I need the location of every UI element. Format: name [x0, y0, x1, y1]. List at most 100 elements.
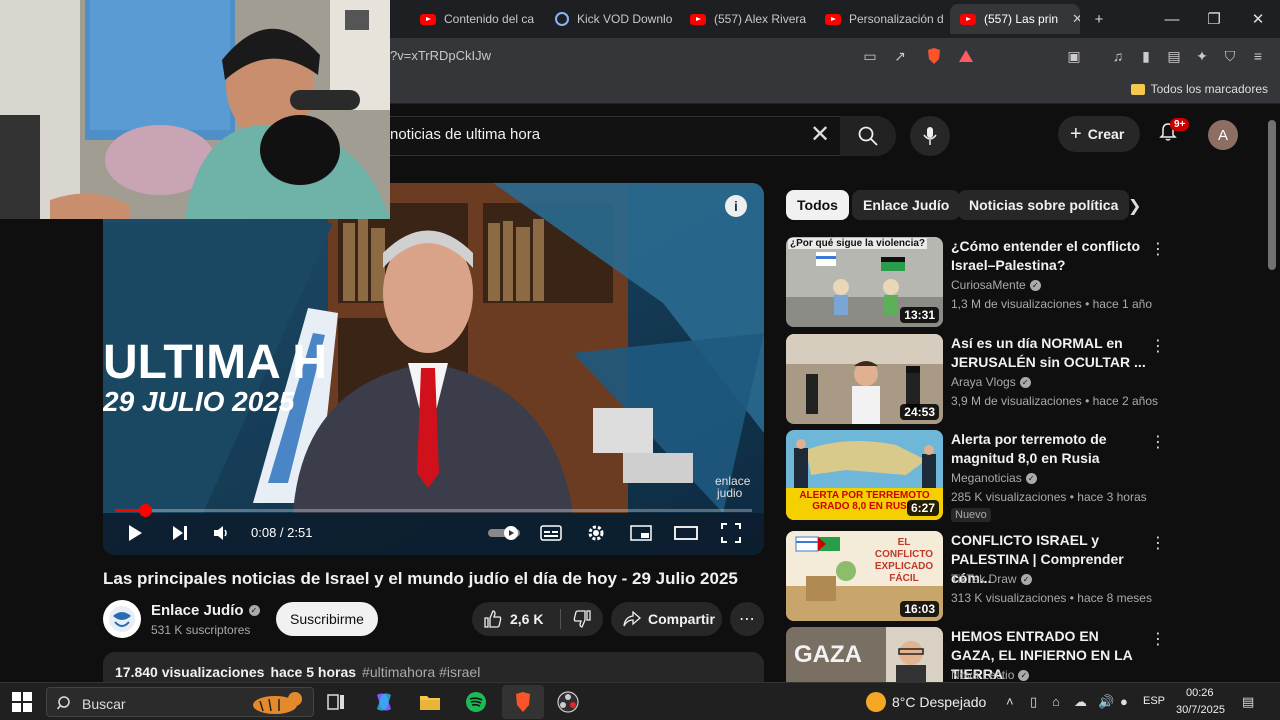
notifications-icon[interactable]: ▤: [1242, 694, 1254, 710]
chevron-right-icon[interactable]: ❯: [1128, 196, 1141, 216]
brave-shields-icon[interactable]: [924, 46, 944, 66]
recommendation-item[interactable]: GAZA HEMOS ENTRADO EN GAZA, EL INFIERNO …: [786, 627, 1166, 682]
file-explorer-button[interactable]: [416, 688, 444, 716]
clock-date[interactable]: 30/7/2025: [1176, 704, 1225, 716]
new-tab-button[interactable]: +: [1084, 6, 1114, 32]
language-indicator[interactable]: ESP: [1143, 695, 1165, 707]
recommendation-item[interactable]: 24:53 Así es un día NORMAL en JERUSALÉN …: [786, 334, 1166, 424]
hashtags[interactable]: #ultimahora #israel: [362, 664, 480, 680]
obs-button[interactable]: [554, 688, 582, 716]
share-icon[interactable]: ↗: [890, 46, 910, 66]
more-vertical-icon[interactable]: ⋮: [1150, 239, 1166, 259]
close-icon[interactable]: ✕: [1072, 11, 1080, 27]
windows-start-button[interactable]: [12, 692, 32, 712]
clock-time[interactable]: 00:26: [1186, 687, 1214, 699]
copilot-button[interactable]: [370, 688, 398, 716]
webcam-overlay: [0, 0, 390, 219]
browser-tab[interactable]: (557) Alex Rivera: [680, 4, 810, 34]
more-vertical-icon[interactable]: ⋮: [1150, 629, 1166, 649]
browser-tab[interactable]: Contenido del ca: [410, 4, 540, 34]
url-field[interactable]: ?v=xTrRDpCkIJw: [390, 48, 491, 63]
recommendation-title[interactable]: Alerta por terremoto de magnitud 8,0 en …: [951, 430, 1146, 468]
video-thumbnail[interactable]: EL CONFLICTO EXPLICADO FÁCIL 16:03: [786, 531, 943, 621]
browser-tab[interactable]: Kick VOD Downlo: [545, 4, 675, 34]
more-actions-button[interactable]: ⋯: [730, 602, 764, 636]
recommendation-item[interactable]: EL CONFLICTO EXPLICADO FÁCIL 16:03 CONFL…: [786, 531, 1166, 621]
autoplay-toggle[interactable]: [487, 521, 521, 545]
recommendation-channel[interactable]: CuriosaMente ✓: [951, 278, 1041, 292]
recommendation-channel[interactable]: TikTak Draw ✓: [951, 572, 1032, 586]
maximize-button[interactable]: ❐: [1194, 6, 1234, 32]
page-scrollbar[interactable]: [1268, 120, 1276, 270]
subscribe-button[interactable]: Suscribirme: [276, 602, 378, 636]
search-query-text[interactable]: noticias de ultima hora: [390, 126, 540, 143]
weather-text[interactable]: 8°C Despejado: [892, 694, 986, 710]
progress-bar[interactable]: [115, 504, 752, 517]
recommendation-channel[interactable]: Meganoticias ✓: [951, 471, 1037, 485]
minimize-button[interactable]: —: [1152, 6, 1192, 32]
channel-avatar[interactable]: [103, 600, 141, 638]
task-view-button[interactable]: [322, 688, 350, 716]
channel-name[interactable]: Enlace Judío ✓: [151, 602, 260, 619]
microphone-icon[interactable]: ●: [1120, 694, 1128, 709]
scrubber-handle[interactable]: [138, 504, 152, 517]
share-button[interactable]: Compartir: [611, 602, 722, 636]
spotify-button[interactable]: [462, 688, 490, 716]
leo-icon[interactable]: ▣: [1064, 46, 1084, 66]
video-thumbnail[interactable]: ¿Por qué sigue la violencia? 13:31: [786, 237, 943, 327]
onedrive-icon[interactable]: ☁: [1074, 694, 1087, 710]
volume-button[interactable]: [211, 521, 233, 545]
fullscreen-button[interactable]: [719, 521, 743, 545]
sidebar-icon[interactable]: ▮: [1136, 46, 1156, 66]
wallet-icon[interactable]: ▤: [1164, 46, 1184, 66]
settings-button[interactable]: [585, 521, 607, 545]
recommendation-title[interactable]: Así es un día NORMAL en JERUSALÉN sin OC…: [951, 334, 1146, 372]
browser-tab-active[interactable]: (557) Las prin ✕: [950, 4, 1080, 34]
recommendation-title[interactable]: ¿Cómo entender el conflicto Israel–Pales…: [951, 237, 1146, 275]
menu-icon[interactable]: ≡: [1248, 46, 1268, 66]
voice-search-button[interactable]: [910, 116, 950, 156]
chip-politics-news[interactable]: Noticias sobre política: [958, 190, 1130, 220]
speaker-icon[interactable]: 🔊: [1098, 694, 1114, 710]
more-vertical-icon[interactable]: ⋮: [1150, 533, 1166, 553]
brave-rewards-icon[interactable]: [956, 46, 976, 66]
close-window-button[interactable]: ✕: [1238, 6, 1278, 32]
play-button[interactable]: [125, 521, 145, 545]
user-avatar[interactable]: A: [1208, 120, 1238, 150]
network-icon[interactable]: ⌂: [1052, 694, 1060, 709]
recommendation-channel[interactable]: Araya Vlogs ✓: [951, 375, 1031, 389]
more-vertical-icon[interactable]: ⋮: [1150, 432, 1166, 452]
video-thumbnail[interactable]: 24:53: [786, 334, 943, 424]
info-icon[interactable]: i: [725, 195, 747, 217]
next-icon: [173, 526, 187, 540]
install-icon[interactable]: ▭: [860, 46, 880, 66]
brave-browser-button[interactable]: [502, 685, 544, 719]
like-button[interactable]: 2,6 K: [472, 602, 560, 636]
search-button[interactable]: [840, 116, 896, 156]
media-icon[interactable]: ♫: [1108, 46, 1128, 66]
all-bookmarks-button[interactable]: Todos los marcadores: [1130, 82, 1268, 96]
theater-mode-button[interactable]: [673, 521, 699, 545]
microphone-icon: [923, 127, 937, 145]
miniplayer-button[interactable]: [629, 521, 653, 545]
video-frame: ULTIMA H 29 JULIO 2025 enlace judio: [103, 183, 764, 555]
recommendation-item[interactable]: ¿Por qué sigue la violencia? 13:31 ¿Cómo…: [786, 237, 1166, 327]
browser-tab[interactable]: Personalización d: [815, 4, 945, 34]
next-button[interactable]: [169, 521, 191, 545]
chevron-up-icon[interactable]: ˄: [1006, 694, 1014, 709]
ai-icon[interactable]: ✦: [1192, 46, 1212, 66]
create-button[interactable]: + Crear: [1058, 116, 1141, 152]
clear-search-icon[interactable]: ✕: [810, 120, 830, 149]
device-icon[interactable]: ▯: [1030, 694, 1037, 710]
video-thumbnail[interactable]: GAZA: [786, 627, 943, 682]
chip-all[interactable]: Todos: [786, 190, 849, 220]
video-player[interactable]: ULTIMA H 29 JULIO 2025 enlace judio i 0:…: [103, 183, 764, 555]
chip-enlace-judio[interactable]: Enlace Judío: [852, 190, 961, 220]
more-vertical-icon[interactable]: ⋮: [1150, 336, 1166, 356]
recommendation-channel[interactable]: Nova Lectio ✓: [951, 668, 1030, 682]
vpn-icon[interactable]: ⛉: [1220, 46, 1240, 66]
video-thumbnail[interactable]: ALERTA POR TERREMOTO GRADO 8,0 EN RUSIA …: [786, 430, 943, 520]
subtitles-button[interactable]: [539, 521, 563, 545]
dislike-button[interactable]: [561, 602, 603, 636]
recommendation-item[interactable]: ALERTA POR TERREMOTO GRADO 8,0 EN RUSIA …: [786, 430, 1166, 522]
